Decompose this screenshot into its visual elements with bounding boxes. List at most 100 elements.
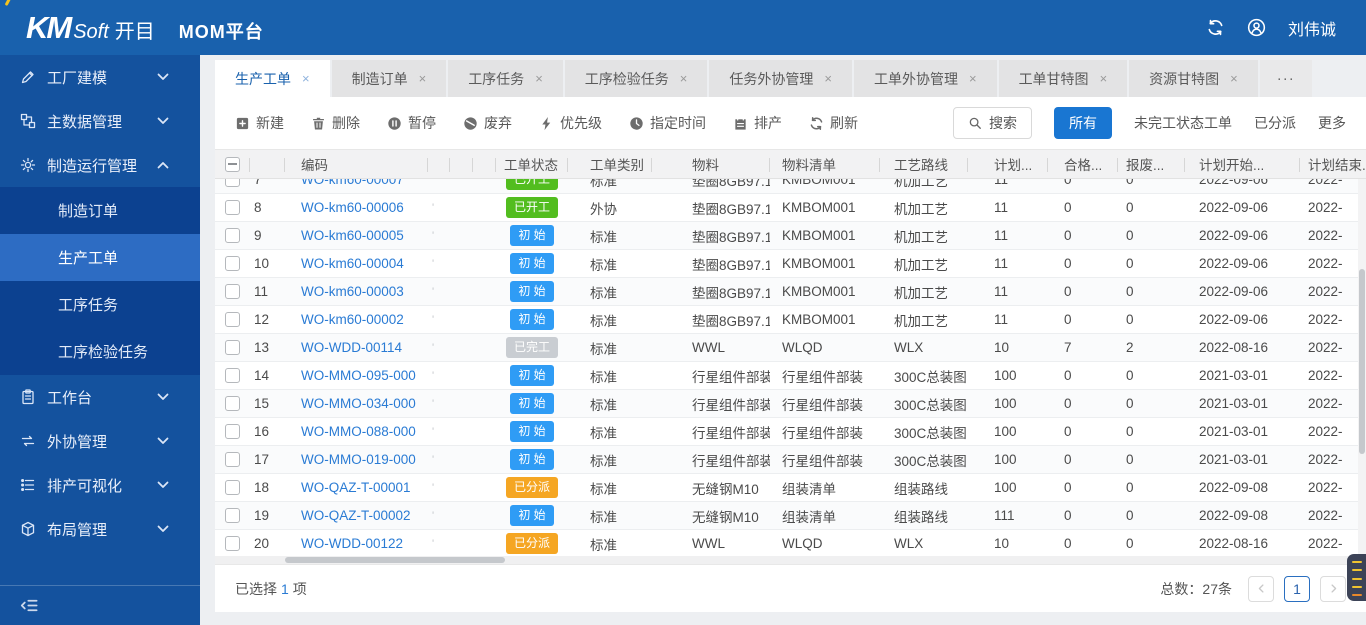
work-order-code-link[interactable]: WO-km60-00006 xyxy=(301,200,404,215)
tab-工单外协管理[interactable]: 工单外协管理 × xyxy=(853,60,997,97)
work-order-code-link[interactable]: WO-WDD-00122 xyxy=(301,536,403,551)
table-row[interactable]: 18 WO-QAZ-T-00001 ' 已分派 标准 无缝钢M10 组装清单 组装路线 100 0… xyxy=(215,474,1366,502)
tab-工序任务[interactable]: 工序任务 × xyxy=(448,60,563,97)
table-row[interactable]: 14 WO-MMO-095-000 ' 初 始 标准 行星组件部装 行星组件部装 300C总装… xyxy=(215,362,1366,390)
tab-close-icon[interactable]: × xyxy=(680,72,688,85)
table-row[interactable]: 7 WO-km60-00007 ' 已开工 标准 垫圈8GB97.1 KMBOM001 机加工… xyxy=(215,179,1366,194)
row-checkbox[interactable] xyxy=(225,508,240,523)
row-checkbox[interactable] xyxy=(225,424,240,439)
row-checkbox[interactable] xyxy=(225,200,240,215)
暂停-button[interactable]: 暂停 xyxy=(387,113,436,133)
trash-icon xyxy=(311,116,326,131)
work-order-code-link[interactable]: WO-MMO-088-000 xyxy=(301,424,416,439)
sidebar-subitem-制造订单[interactable]: 制造订单 xyxy=(0,187,200,234)
table-row[interactable]: 11 WO-km60-00003 ' 初 始 标准 垫圈8GB97.1 KMBOM001 机加… xyxy=(215,278,1366,306)
tab-close-icon[interactable]: × xyxy=(419,72,427,85)
work-order-code-link[interactable]: WO-MMO-019-000 xyxy=(301,452,416,467)
table-row[interactable]: 8 WO-km60-00006 ' 已开工 外协 垫圈8GB97.1 KMBOM001 机加工… xyxy=(215,194,1366,222)
row-checkbox[interactable] xyxy=(225,480,240,495)
work-order-code-link[interactable]: WO-km60-00003 xyxy=(301,284,404,299)
search-button[interactable]: 搜索 xyxy=(953,107,1032,139)
work-order-code-link[interactable]: WO-km60-00004 xyxy=(301,256,404,271)
sidebar-item-制造运行管理[interactable]: 制造运行管理 xyxy=(0,143,200,187)
user-name[interactable]: 刘伟诚 xyxy=(1288,16,1336,40)
row-checkbox[interactable] xyxy=(225,312,240,327)
删除-button[interactable]: 删除 xyxy=(311,113,360,133)
table-row[interactable]: 13 WO-WDD-00114 ' 已完工 标准 WWL WLQD WLX 10 7 2 2022-0… xyxy=(215,334,1366,362)
row-checkbox[interactable] xyxy=(225,452,240,467)
row-number-cell: 18 xyxy=(254,480,270,495)
sidebar-subitem-工序任务[interactable]: 工序任务 xyxy=(0,281,200,328)
prev-page-button[interactable] xyxy=(1248,575,1274,602)
tab-close-icon[interactable]: × xyxy=(824,72,832,85)
select-all-checkbox[interactable] xyxy=(225,156,240,172)
sidebar-item-工厂建模[interactable]: 工厂建模 xyxy=(0,55,200,99)
tab-close-icon[interactable]: × xyxy=(302,72,310,85)
row-checkbox[interactable] xyxy=(225,340,240,355)
work-order-code-link[interactable]: WO-MMO-095-000 xyxy=(301,368,416,383)
column-header-合格...: 合格... xyxy=(1048,150,1118,178)
work-order-code-link[interactable]: WO-QAZ-T-00001 xyxy=(301,480,411,495)
table-row[interactable]: 10 WO-km60-00004 ' 初 始 标准 垫圈8GB97.1 KMBOM001 机加… xyxy=(215,250,1366,278)
table-row[interactable]: 12 WO-km60-00002 ' 初 始 标准 垫圈8GB97.1 KMBOM001 机加… xyxy=(215,306,1366,334)
废弃-button[interactable]: 废弃 xyxy=(463,113,512,133)
指定时间-button[interactable]: 指定时间 xyxy=(629,113,706,133)
sidebar-item-主数据管理[interactable]: 主数据管理 xyxy=(0,99,200,143)
新建-button[interactable]: 新建 xyxy=(235,113,284,133)
优先级-button[interactable]: 优先级 xyxy=(539,113,602,133)
tab-close-icon[interactable]: × xyxy=(1100,72,1108,85)
row-checkbox[interactable] xyxy=(225,368,240,383)
filter-更多[interactable]: 更多 xyxy=(1318,113,1346,133)
work-order-code-link[interactable]: WO-QAZ-T-00002 xyxy=(301,508,411,523)
next-page-button[interactable] xyxy=(1320,575,1346,602)
floating-widget[interactable] xyxy=(1347,554,1366,601)
work-order-code-link[interactable]: WO-km60-00007 xyxy=(301,179,404,187)
tab-任务外协管理[interactable]: 任务外协管理 × xyxy=(709,60,852,97)
work-order-code-link[interactable]: WO-WDD-00114 xyxy=(301,340,402,355)
tab-close-icon[interactable]: × xyxy=(969,72,977,85)
user-icon[interactable] xyxy=(1247,18,1266,37)
horizontal-scrollbar-thumb[interactable] xyxy=(285,557,505,563)
row-checkbox[interactable] xyxy=(225,256,240,271)
table-row[interactable]: 19 WO-QAZ-T-00002 ' 初 始 标准 无缝钢M10 组装清单 组装路线 111 0… xyxy=(215,502,1366,530)
row-checkbox[interactable] xyxy=(225,396,240,411)
row-checkbox[interactable] xyxy=(225,284,240,299)
table-row[interactable]: 15 WO-MMO-034-000 ' 初 始 标准 行星组件部装 行星组件部装 300C总装… xyxy=(215,390,1366,418)
tab-工序检验任务[interactable]: 工序检验任务 × xyxy=(564,60,708,97)
row-checkbox[interactable] xyxy=(225,228,240,243)
sidebar-subitem-生产工单[interactable]: 生产工单 xyxy=(0,234,200,281)
tab-制造订单[interactable]: 制造订单 × xyxy=(331,60,447,97)
tab-close-icon[interactable]: × xyxy=(1230,72,1238,85)
刷新-button[interactable]: 刷新 xyxy=(809,113,858,133)
column-header-编码: 编码 xyxy=(285,150,428,178)
sidebar-subitem-工序检验任务[interactable]: 工序检验任务 xyxy=(0,328,200,375)
tabs-more-button[interactable]: ··· xyxy=(1259,60,1312,97)
tab-生产工单[interactable]: 生产工单 × xyxy=(215,60,330,97)
table-row[interactable]: 17 WO-MMO-019-000 ' 初 始 标准 行星组件部装 行星组件部装 300C总装… xyxy=(215,446,1366,474)
table-row[interactable]: 16 WO-MMO-088-000 ' 初 始 标准 行星组件部装 行星组件部装 300C总装… xyxy=(215,418,1366,446)
tab-工单甘特图[interactable]: 工单甘特图 × xyxy=(998,60,1128,97)
work-order-code-link[interactable]: WO-MMO-034-000 xyxy=(301,396,416,411)
work-order-code-link[interactable]: WO-km60-00005 xyxy=(301,228,404,243)
tab-close-icon[interactable]: × xyxy=(535,72,543,85)
cell-qualified: 0 xyxy=(1064,256,1072,271)
sidebar-item-排产可视化[interactable]: 排产可视化 xyxy=(0,463,200,507)
tab-资源甘特图[interactable]: 资源甘特图 × xyxy=(1129,60,1258,97)
排产-button[interactable]: 排产 xyxy=(733,113,782,133)
table-row[interactable]: 9 WO-km60-00005 ' 初 始 标准 垫圈8GB97.1 KMBOM001 机加工… xyxy=(215,222,1366,250)
sidebar-item-工作台[interactable]: 工作台 xyxy=(0,375,200,419)
table-row[interactable]: 20 WO-WDD-00122 ' 已分派 标准 WWL WLQD WLX 10 0 0 2022-0… xyxy=(215,530,1366,556)
vertical-scrollbar-thumb[interactable] xyxy=(1359,269,1365,454)
collapse-sidebar-icon[interactable] xyxy=(20,596,39,615)
sync-icon[interactable] xyxy=(1206,18,1225,37)
sidebar-item-布局管理[interactable]: 布局管理 xyxy=(0,507,200,551)
filter-已分派[interactable]: 已分派 xyxy=(1254,113,1296,133)
row-checkbox[interactable] xyxy=(225,536,240,551)
work-order-code-link[interactable]: WO-km60-00002 xyxy=(301,312,404,327)
page-number-button[interactable]: 1 xyxy=(1284,575,1310,602)
sidebar-item-外协管理[interactable]: 外协管理 xyxy=(0,419,200,463)
row-checkbox[interactable] xyxy=(225,179,240,187)
filter-所有[interactable]: 所有 xyxy=(1054,107,1112,139)
filter-未完工状态工单[interactable]: 未完工状态工单 xyxy=(1134,113,1232,133)
